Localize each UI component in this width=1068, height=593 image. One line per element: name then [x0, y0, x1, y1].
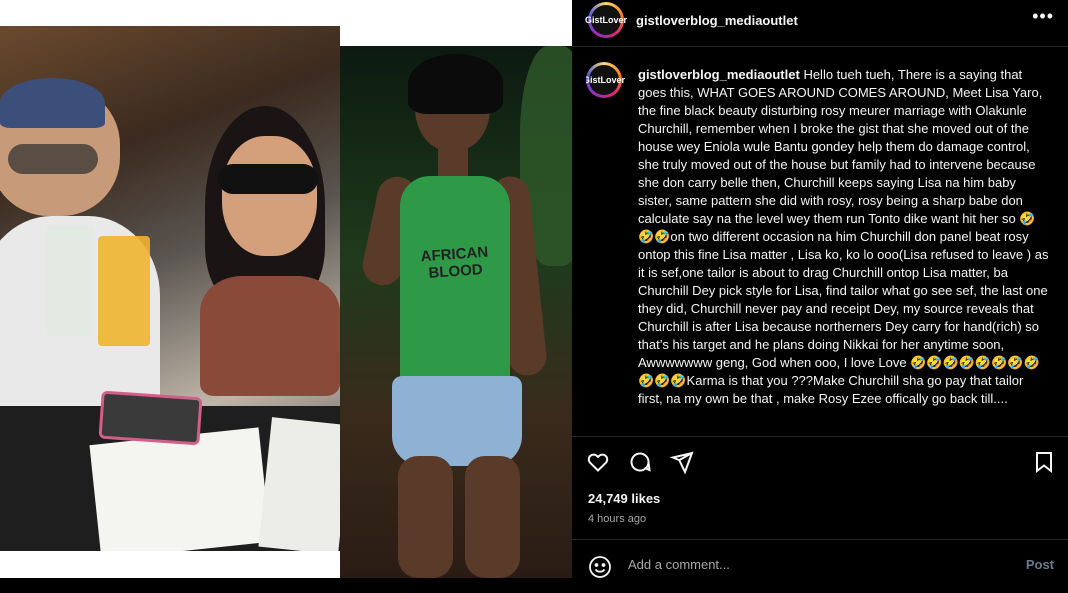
caption-body: Hello tueh tueh, There is a saying that …	[638, 67, 1049, 406]
caption-avatar-image: GistLover	[586, 65, 625, 95]
header-divider	[572, 46, 1068, 47]
comment-icon[interactable]	[628, 450, 652, 474]
action-bar	[586, 450, 1056, 474]
avatar[interactable]: GistLover	[585, 2, 627, 38]
more-icon[interactable]: •••	[1032, 6, 1054, 27]
comment-input[interactable]: Add a comment...	[628, 557, 730, 572]
post-details-panel: GistLover gistloverblog_mediaoutlet ••• …	[572, 0, 1068, 593]
emoji-icon[interactable]	[588, 555, 612, 579]
bookmark-icon[interactable]	[1032, 450, 1056, 474]
post-header: GistLover gistloverblog_mediaoutlet •••	[572, 0, 1068, 40]
post-media: AFRICAN BLOOD	[0, 0, 572, 593]
post-timestamp[interactable]: 4 hours ago	[588, 513, 646, 525]
caption-text: gistloverblog_mediaoutlet Hello tueh tue…	[638, 66, 1050, 408]
post-button[interactable]: Post	[1026, 557, 1054, 572]
share-icon[interactable]	[670, 450, 694, 474]
heart-icon[interactable]	[586, 450, 610, 474]
actions-divider	[572, 436, 1068, 437]
caption: GistLover gistloverblog_mediaoutlet Hell…	[586, 62, 1056, 434]
comment-box: Add a comment... Post	[572, 540, 1068, 593]
avatar-image: GistLover	[585, 5, 627, 35]
caption-avatar[interactable]: GistLover	[586, 62, 625, 98]
photo-woman: AFRICAN BLOOD	[340, 46, 572, 578]
like-count[interactable]: 24,749 likes	[588, 491, 660, 506]
photo-collage: AFRICAN BLOOD	[0, 0, 572, 578]
caption-username[interactable]: gistloverblog_mediaoutlet	[638, 67, 800, 82]
photo-couple	[0, 26, 340, 551]
header-username[interactable]: gistloverblog_mediaoutlet	[636, 13, 798, 28]
